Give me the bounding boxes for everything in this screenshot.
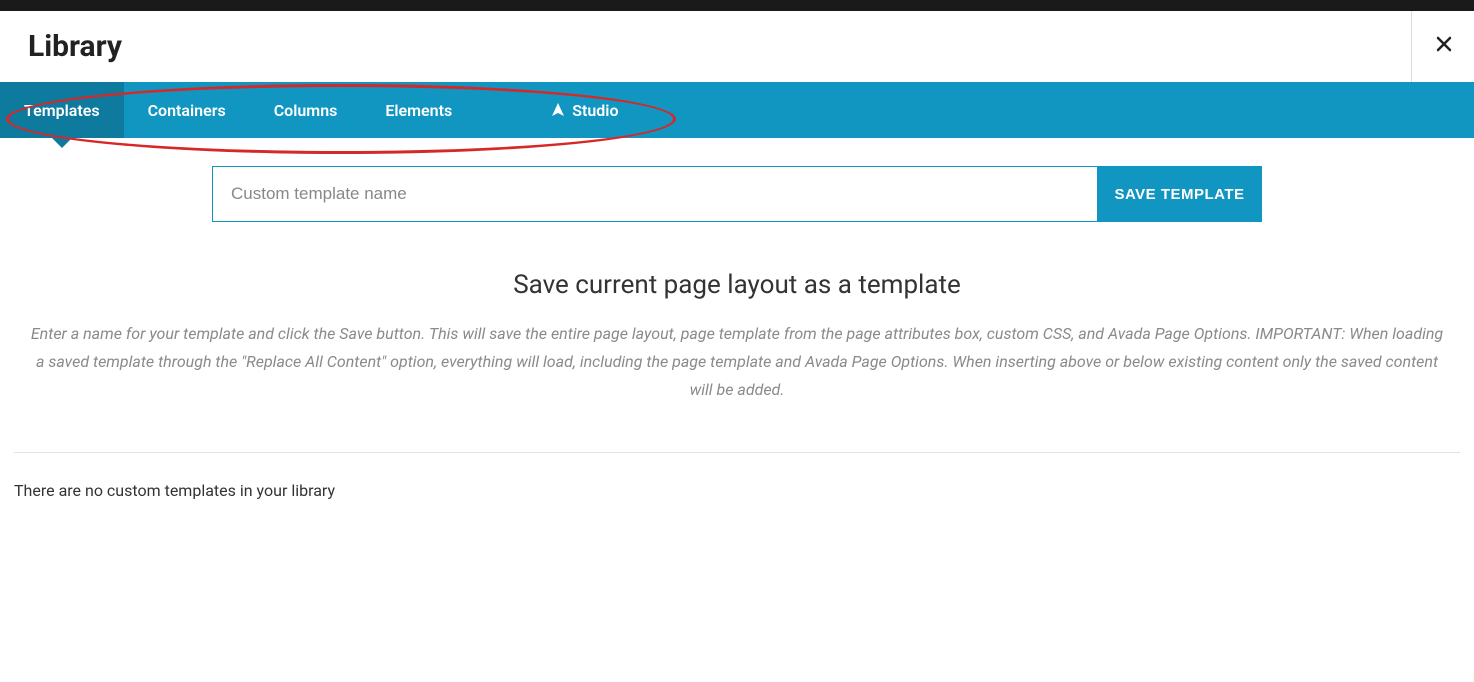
save-template-button[interactable]: SAVE TEMPLATE (1097, 166, 1262, 222)
section-title: Save current page layout as a template (0, 270, 1474, 300)
tab-label: Templates (24, 101, 100, 120)
header-divider (1411, 11, 1412, 82)
studio-icon (550, 102, 566, 118)
template-name-input[interactable] (212, 166, 1097, 222)
empty-library-message: There are no custom templates in your li… (14, 481, 1474, 500)
header: Library (0, 11, 1474, 82)
tab-label: Elements (385, 101, 452, 120)
tab-containers[interactable]: Containers (124, 82, 250, 138)
tab-columns[interactable]: Columns (250, 82, 362, 138)
divider (14, 452, 1460, 453)
top-bar (0, 0, 1474, 11)
tab-templates[interactable]: Templates (0, 82, 124, 138)
close-button[interactable] (1436, 33, 1452, 58)
save-template-row: SAVE TEMPLATE (0, 166, 1474, 222)
tabs-bar: Templates Containers Columns Elements St… (0, 82, 1474, 138)
tab-label: Columns (274, 101, 338, 120)
help-text: Enter a name for your template and click… (0, 320, 1474, 404)
close-icon (1436, 36, 1452, 52)
tab-label: Containers (148, 101, 226, 120)
tab-studio[interactable]: Studio (526, 82, 642, 138)
tab-elements[interactable]: Elements (361, 82, 476, 138)
tab-label: Studio (572, 101, 618, 120)
page-title: Library (28, 29, 122, 64)
